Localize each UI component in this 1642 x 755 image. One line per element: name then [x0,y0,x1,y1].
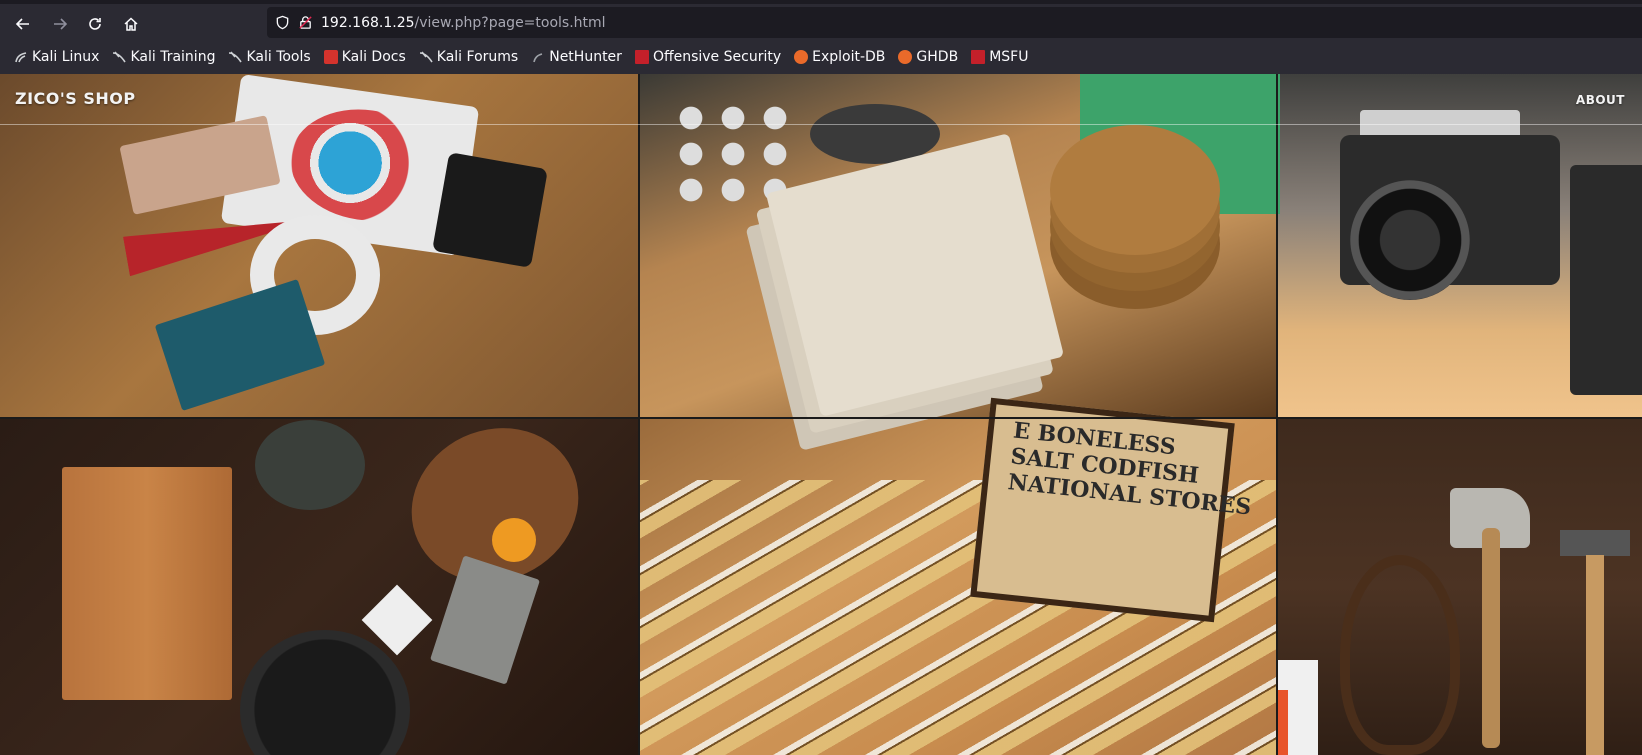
url-bar[interactable]: 192.168.1.25/view.php?page=tools.html [267,7,1642,38]
gallery-image-notebooks [640,74,1277,417]
reload-button[interactable] [81,10,109,38]
gallery-image-desk-items [0,74,638,417]
bookmark-offensive-security[interactable]: Offensive Security [634,49,782,65]
bookmark-label: Exploit-DB [812,49,886,65]
nethunter-icon [533,53,543,63]
bookmark-kali-forums[interactable]: Kali Forums [419,49,518,65]
bookmark-label: Offensive Security [652,49,782,65]
gallery-image-tools [1278,419,1642,755]
bookmark-msfu[interactable]: MSFU [971,49,1028,65]
offsec-icon [971,50,986,64]
exploitdb-icon [898,50,913,64]
browser-chrome: 192.168.1.25/view.php?page=tools.html Ka… [0,0,1642,74]
url-path: /view.php?page=tools.html [414,14,606,31]
bookmark-label: Kali Tools [246,49,311,65]
bookmark-kali-tools[interactable]: Kali Tools [228,49,311,65]
home-icon [124,17,138,31]
kali-dragon-icon [15,52,27,63]
arrow-left-icon [15,18,29,30]
bookmark-exploit-db[interactable]: Exploit-DB [794,49,885,65]
url-host: 192.168.1.25 [321,14,415,31]
bookmark-nethunter[interactable]: NetHunter [531,49,622,65]
bookmarks-toolbar: Kali Linux Kali Training Kali Tools Kali… [0,44,1642,70]
page-content [0,74,1642,755]
bookmark-label: MSFU [989,49,1029,65]
bookmark-label: NetHunter [549,49,622,65]
kali-dragon-icon [113,51,127,63]
kali-docs-icon [323,50,338,64]
arrow-right-icon [54,18,68,30]
gallery-image-kitchen [0,419,638,755]
bookmark-label: Kali Forums [436,49,519,65]
offsec-icon [634,50,649,64]
kali-dragon-icon [229,51,243,63]
nav-about-link[interactable]: ABOUT [1576,93,1625,107]
url-text[interactable]: 192.168.1.25/view.php?page=tools.html [321,15,606,31]
kali-dragon-icon [419,51,433,63]
shield-icon[interactable] [274,15,290,31]
window-top-edge [0,0,1642,4]
gallery-image-rulers [640,419,1277,755]
insecure-lock-icon[interactable] [297,15,313,31]
home-button[interactable] [117,10,145,38]
forward-button[interactable] [46,10,74,38]
exploitdb-icon [794,50,809,64]
bookmark-label: Kali Training [130,49,216,65]
bookmark-kali-training[interactable]: Kali Training [112,49,215,65]
back-button[interactable] [9,10,37,38]
bookmark-kali-docs[interactable]: Kali Docs [323,49,406,65]
bookmark-ghdb[interactable]: GHDB [898,49,958,65]
bookmark-label: Kali Linux [32,49,100,65]
reload-icon [89,18,101,30]
site-navbar: ZICO'S SHOP ABOUT [0,74,1642,125]
gallery-image-cameras [1278,74,1642,417]
site-brand[interactable]: ZICO'S SHOP [15,89,136,108]
bookmark-label: Kali Docs [341,49,406,65]
bookmark-label: GHDB [916,49,959,65]
bookmark-kali-linux[interactable]: Kali Linux [14,49,99,65]
